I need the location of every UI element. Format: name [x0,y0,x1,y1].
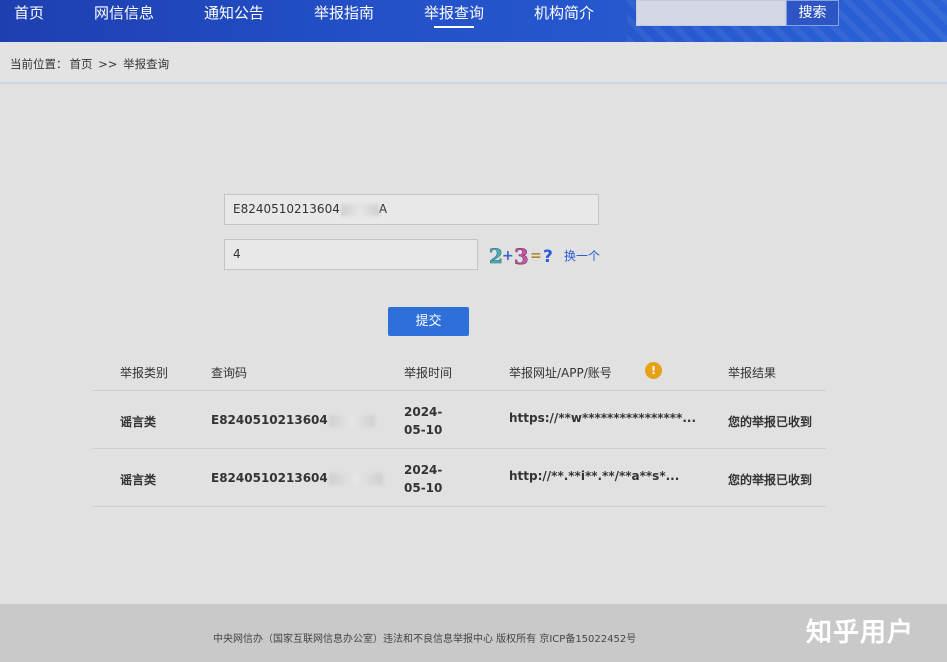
table-divider [92,390,826,391]
nav-item-about[interactable]: 机构简介 [534,0,594,34]
breadcrumb-current: 举报查询 [123,57,170,71]
row-report-url: http://**.**i**.**/**a**s*... [509,469,680,483]
query-code-tail: A [378,202,388,216]
nav-item-notices[interactable]: 通知公告 [204,0,264,34]
watermark-text: 知乎用户 [806,618,915,648]
row-result: 您的举报已收到 [728,473,813,487]
row-report-time: 2024-05-10 [404,463,443,495]
search-input[interactable] [636,0,786,26]
top-nav: 首页 网信信息 通知公告 举报指南 举报查询 机构简介 搜索 [0,0,947,42]
header-result: 举报结果 [728,366,777,380]
table-divider [92,506,826,507]
header-report-time: 举报时间 [404,366,453,380]
redacted-mask [328,414,375,427]
nav-item-cyber-info[interactable]: 网信信息 [94,0,154,34]
breadcrumb: 当前位置： 首页 >> 举报查询 [0,42,947,84]
row-category: 谣言类 [120,415,157,429]
captcha-glyph: + [502,248,514,264]
footer: 中央网信办（国家互联网信息办公室）违法和不良信息举报中心 版权所有 京ICP备1… [0,604,947,662]
row-query-code-value: E8240510213604 [211,413,328,427]
captcha-answer-value: 4 [233,247,241,261]
nav-item-report-query[interactable]: 举报查询 [424,0,484,34]
row-query-code: E8240510213604 [211,413,375,427]
row-result: 您的举报已收到 [728,415,813,429]
row-report-url: https://**w****************... [509,411,697,425]
footer-copyright: 中央网信办（国家互联网信息办公室）违法和不良信息举报中心 版权所有 京ICP备1… [213,634,637,645]
refresh-captcha-link[interactable]: 换一个 [564,247,600,264]
nav-item-home[interactable]: 首页 [14,0,44,34]
breadcrumb-prefix: 当前位置： [10,57,68,71]
search-button[interactable]: 搜索 [786,0,839,26]
captcha-glyph: ? [543,247,553,267]
redacted-mask [328,472,383,485]
captcha-glyph: = [530,248,542,264]
query-code-field[interactable]: E8240510213604 A [224,194,599,225]
breadcrumb-home[interactable]: 首页 [70,57,93,71]
warning-icon[interactable]: ! [645,362,662,379]
breadcrumb-separator: >> [98,57,118,71]
row-query-code-value: E8240510213604 [211,471,328,485]
row-query-code: E8240510213604 [211,471,383,485]
header-report-url: 举报网址/APP/账号 [509,366,612,380]
redacted-mask [340,203,379,216]
captcha-field[interactable]: 4 [224,239,478,270]
captcha-glyph: 2 [489,244,503,268]
submit-button[interactable]: 提交 [388,307,469,336]
header-query-code: 查询码 [211,366,248,380]
row-report-time: 2024-05-10 [404,405,443,437]
table-divider [92,448,826,449]
header-category: 举报类别 [120,366,169,380]
captcha-image: 2 + 3 = ? [489,244,553,268]
query-code-value: E8240510213604 [233,202,340,216]
row-category: 谣言类 [120,473,157,487]
captcha-glyph: 3 [514,244,529,268]
nav-item-guide[interactable]: 举报指南 [314,0,374,34]
